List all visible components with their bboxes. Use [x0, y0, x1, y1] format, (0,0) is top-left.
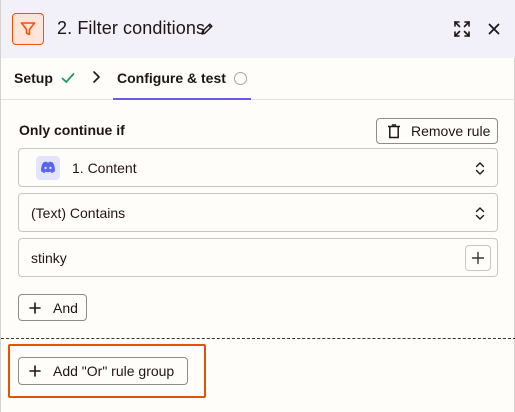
tab-setup-label: Setup: [14, 70, 53, 86]
add-and-condition-button[interactable]: And: [18, 294, 87, 321]
discord-app-badge: [36, 155, 60, 180]
add-or-rule-group-button[interactable]: Add "Or" rule group: [18, 357, 188, 385]
select-chevron-icon: [475, 162, 485, 175]
add-or-rule-group-label: Add "Or" rule group: [53, 363, 175, 379]
plus-icon: [29, 301, 41, 314]
filter-app-badge: [12, 13, 44, 45]
remove-rule-label: Remove rule: [411, 123, 491, 139]
step-tabs: Setup Configure & test: [1, 58, 515, 100]
add-and-label: And: [53, 299, 78, 316]
discord-icon: [41, 161, 55, 174]
field-select[interactable]: 1. Content: [18, 148, 498, 187]
remove-rule-button[interactable]: Remove rule: [376, 118, 498, 144]
plus-icon: [471, 251, 485, 265]
rule-group-heading: Only continue if: [19, 122, 125, 138]
insert-data-button[interactable]: [465, 245, 491, 271]
rule-group-divider: [1, 338, 515, 339]
check-icon: [61, 73, 75, 83]
condition-select[interactable]: (Text) Contains: [18, 193, 498, 232]
step-title: 2. Filter conditions: [57, 18, 206, 38]
field-select-value: 1. Content: [72, 159, 137, 176]
filter-icon: [20, 22, 36, 36]
close-icon[interactable]: [486, 21, 502, 37]
comparison-value-input[interactable]: stinky: [18, 238, 498, 277]
trash-icon: [388, 123, 400, 138]
expand-icon[interactable]: [452, 19, 472, 39]
tab-configure-label: Configure & test: [117, 70, 226, 86]
chevron-right-icon: [93, 71, 100, 83]
pencil-icon[interactable]: [199, 21, 215, 37]
comparison-value-text: stinky: [31, 249, 67, 266]
select-chevron-icon: [475, 207, 485, 220]
filter-step-panel: 2. Filter conditions Setup Configure & t…: [0, 0, 515, 412]
tab-configure-test[interactable]: Configure & test: [113, 58, 251, 100]
plus-icon: [29, 365, 41, 377]
tab-setup[interactable]: Setup: [14, 70, 75, 86]
incomplete-status-icon: [233, 71, 247, 85]
step-header: 2. Filter conditions: [1, 0, 515, 58]
condition-select-value: (Text) Contains: [31, 204, 126, 221]
